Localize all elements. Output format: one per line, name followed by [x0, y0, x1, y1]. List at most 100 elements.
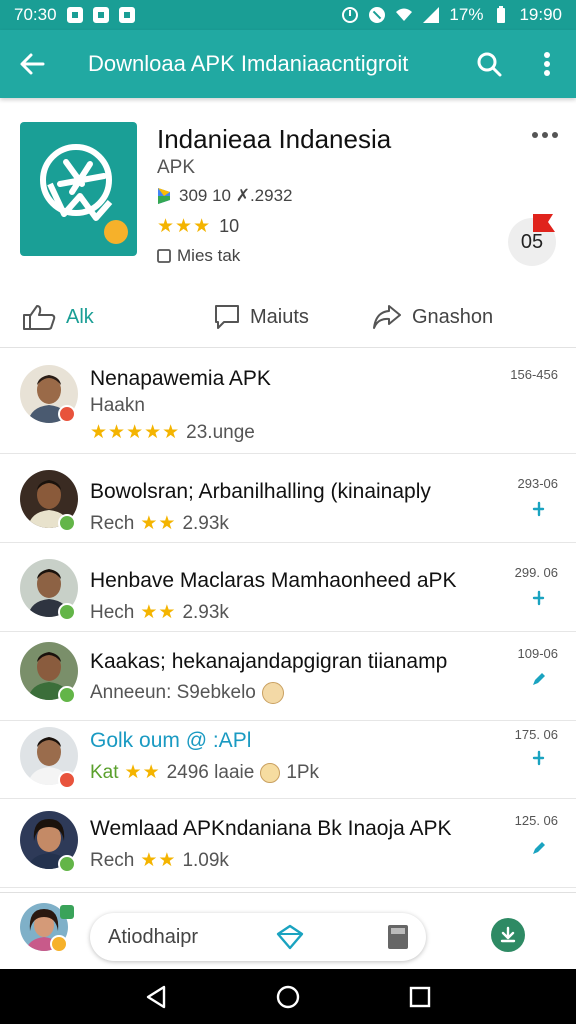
search-button[interactable]: [460, 30, 518, 98]
app-name: Indanieaa Indanesia: [157, 124, 392, 154]
search-icon: [477, 52, 502, 77]
share-icon: [373, 305, 401, 329]
diamond-icon[interactable]: [276, 924, 304, 950]
rating-value: 10: [219, 216, 240, 236]
app-more-button[interactable]: [528, 122, 562, 148]
list-item[interactable]: Nenapawemia APK Haakn ★★★★★ 23.unge 156-…: [0, 349, 576, 454]
tab-gnashon[interactable]: Gnashon: [372, 286, 493, 348]
app-header: Indanieaa Indanesia APK 309 10 ✗.2932 ★★…: [0, 100, 576, 278]
review-list: Nenapawemia APK Haakn ★★★★★ 23.unge 156-…: [0, 349, 576, 888]
back-button[interactable]: [0, 30, 64, 98]
tab-maiuts[interactable]: Maiuts: [214, 286, 309, 348]
comment-icon: [215, 305, 239, 329]
pencil-icon: [533, 842, 545, 854]
pin-icon: [532, 750, 545, 766]
status-badge: [58, 603, 76, 621]
more-horizontal-icon: [532, 132, 558, 138]
download-icon: [500, 926, 516, 943]
item-count: 2.93k: [182, 512, 229, 534]
item-rating: ★★★★★ 23.unge: [90, 421, 255, 444]
photo-notification-icon: [66, 7, 83, 23]
flag-icon: [533, 214, 555, 232]
download-button[interactable]: [491, 918, 525, 952]
compose-field[interactable]: Atiodhaipr: [90, 913, 426, 961]
item-subtitle: Haakn: [90, 395, 145, 417]
app-size: Mies tak: [157, 246, 240, 266]
list-item[interactable]: Wemlaad APKndaniana Bk Inaoja APK Rech ★…: [0, 799, 576, 888]
app-meta-text: 309 10 ✗.2932: [179, 186, 293, 205]
item-count: 23.unge: [186, 421, 255, 443]
app-rating: ★★★ 10: [157, 215, 239, 238]
pin-icon: [532, 501, 545, 517]
item-subtitle: Anneeun: S9ebkelo: [90, 682, 284, 704]
item-stars-icon: ★★: [124, 762, 161, 783]
alarm-icon: [342, 7, 359, 23]
item-rating: Hech ★★ 2.93k: [90, 601, 229, 624]
signal-icon: [423, 7, 440, 23]
more-vertical-icon: [544, 52, 550, 76]
item-count: 1.09k: [182, 849, 229, 871]
item-sub-label: Anneeun: S9ebkelo: [90, 682, 256, 703]
battery-icon: [497, 6, 506, 23]
status-time-left: 70:30: [14, 5, 57, 24]
item-time: 125. 06: [514, 813, 558, 828]
app-size-text: Mies tak: [177, 246, 241, 265]
item-count: 2496 laaie: [166, 761, 255, 783]
shield-notification-icon: [92, 7, 109, 23]
profile-status-badge: [50, 935, 68, 953]
tab-label: Gnashon: [412, 305, 494, 328]
nav-recents-icon[interactable]: [409, 986, 431, 1008]
tab-bar: Alk Maiuts Gnashon: [0, 286, 576, 348]
item-rating: Rech ★★ 1.09k: [90, 849, 229, 872]
status-badge: [58, 405, 76, 423]
app-logo-icon[interactable]: [20, 122, 137, 256]
list-item[interactable]: Henbave Maclaras Mamhaonheed aPK Hech ★★…: [0, 543, 576, 632]
item-sub-label: Haakn: [90, 395, 145, 416]
profile-online-badge: [60, 905, 74, 919]
list-item[interactable]: Kaakas; hekanajandapgigran tiianamp Anne…: [0, 632, 576, 721]
item-sub-label: Rech: [90, 849, 135, 871]
item-action-button[interactable]: [528, 668, 550, 690]
tab-alk[interactable]: Alk: [22, 286, 94, 348]
item-time: 156-456: [510, 367, 558, 382]
item-stars-icon: ★★: [140, 850, 177, 871]
battery-percent: 17%: [449, 5, 484, 24]
bottom-bar: Atiodhaipr: [0, 892, 576, 969]
wifi-icon: [396, 8, 413, 21]
tab-label: Alk: [66, 305, 94, 328]
checkbox-icon[interactable]: [157, 249, 171, 263]
item-title: Bowolsran; Arbanilhalling (kinainaply: [90, 480, 431, 503]
item-title: Nenapawemia APK: [90, 367, 271, 390]
item-time: 109-06: [517, 646, 558, 661]
status-badge: [58, 855, 76, 873]
app-bar: Downloaa APK Imdaniaacntigroit: [0, 30, 576, 98]
list-item[interactable]: Golk oum @ :APl Kat ★★ 2496 laaie 1Pk 17…: [0, 721, 576, 799]
item-sub-label: Kat: [90, 761, 119, 783]
rating-stars-icon: ★★★: [157, 216, 212, 237]
item-action-button[interactable]: [528, 498, 550, 520]
nav-home-icon[interactable]: [276, 985, 300, 1009]
item-action-button[interactable]: [528, 587, 550, 609]
smile-emoji-icon: [260, 762, 281, 783]
compose-placeholder: Atiodhaipr: [108, 926, 199, 948]
list-item[interactable]: Bowolsran; Arbanilhalling (kinainaply Re…: [0, 454, 576, 543]
item-extra: 1Pk: [286, 761, 320, 783]
document-icon[interactable]: [386, 923, 410, 951]
item-sub-label: Rech: [90, 512, 135, 534]
item-rating: Kat ★★ 2496 laaie 1Pk: [90, 761, 319, 784]
item-title: Henbave Maclaras Mamhaonheed aPK: [90, 569, 457, 592]
app-type: APK: [157, 157, 196, 178]
nav-back-icon[interactable]: [145, 985, 167, 1009]
item-title: Wemlaad APKndaniana Bk Inaoja APK: [90, 817, 452, 840]
item-time: 175. 06: [514, 727, 558, 742]
item-title: Kaakas; hekanajandapgigran tiianamp: [90, 650, 448, 673]
item-title: Golk oum @ :APl: [90, 729, 252, 752]
item-action-button[interactable]: [528, 837, 550, 859]
item-time: 293-06: [517, 476, 558, 491]
tab-label: Maiuts: [250, 305, 309, 328]
status-bar: 70:30 17% 19:90: [0, 0, 576, 30]
item-action-button[interactable]: [528, 747, 550, 769]
play-notification-icon: [118, 7, 135, 23]
overflow-menu-button[interactable]: [518, 30, 576, 98]
status-badge: [58, 514, 76, 532]
